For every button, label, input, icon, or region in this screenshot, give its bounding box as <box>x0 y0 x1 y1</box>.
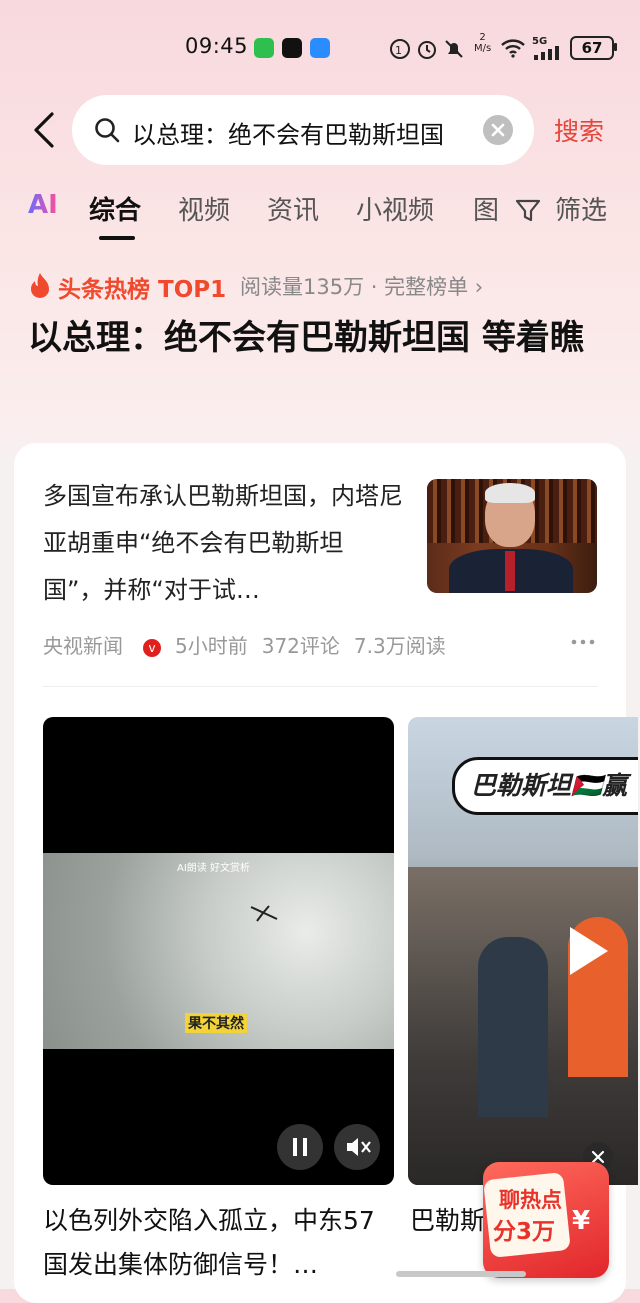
video-1-caption[interactable]: 以色列外交陷入孤立，中东57国发出集体防御信号！… <box>43 1199 393 1287</box>
article-time: 5小时前 <box>175 634 248 658</box>
mute-icon: 1 <box>390 39 410 59</box>
clock: 09:45 <box>185 34 249 58</box>
wechat-icon <box>254 38 274 58</box>
article-reads: 7.3万阅读 <box>353 634 446 658</box>
crowd-person-2 <box>478 937 548 1117</box>
reward-line-1: 聊热点 <box>499 1188 562 1212</box>
person-tie <box>505 551 515 591</box>
filter-icon[interactable] <box>515 198 541 224</box>
hot-read-count[interactable]: 阅读量135万 · 完整榜单 › <box>240 271 483 301</box>
search-icon <box>95 118 120 143</box>
yen-icon: ¥ <box>572 1206 591 1236</box>
pause-icon <box>293 1138 307 1156</box>
hot-headline[interactable]: 以总理：绝不会有巴勒斯坦国 等着瞧 <box>28 312 608 364</box>
active-tab-indicator <box>99 236 135 240</box>
video-2-bubble: 巴勒斯坦🇵🇸赢 <box>452 757 638 815</box>
search-button[interactable]: 搜索 <box>554 112 604 148</box>
tab-short-video[interactable]: 小视频 <box>356 190 434 227</box>
tab-ai[interactable]: AI <box>28 190 58 220</box>
battery-tip <box>614 43 617 51</box>
article-comments: 372评论 <box>261 634 340 658</box>
more-options-icon[interactable] <box>571 639 595 645</box>
net-speed: 2 M/s <box>474 32 491 54</box>
verified-icon: v <box>143 638 161 657</box>
back-arrow-icon[interactable] <box>30 110 58 150</box>
video-overlay-text: AI朗读 好文赏析 <box>177 863 250 874</box>
wifi-icon <box>501 39 525 58</box>
video-player-1[interactable]: AI朗读 好文赏析 果不其然 <box>43 717 394 1185</box>
person-hair <box>485 483 535 503</box>
battery-indicator: 67 <box>570 36 614 60</box>
article-title[interactable]: 多国宣布承认巴勒斯坦国，内塔尼亚胡重申“绝不会有巴勒斯坦国”，并称“对于试… <box>43 473 403 614</box>
search-input[interactable]: 以总理：绝不会有巴勒斯坦国 <box>132 115 462 150</box>
speaker-muted-icon <box>347 1138 371 1156</box>
article-source[interactable]: 央视新闻 <box>43 634 123 658</box>
play-icon[interactable] <box>566 925 610 977</box>
article-meta: 央视新闻 v 5小时前 372评论 7.3万阅读 <box>43 630 460 659</box>
article-thumbnail[interactable] <box>427 479 597 593</box>
net-speed-value: 2 <box>479 32 486 43</box>
tab-images[interactable]: 图 <box>473 190 499 227</box>
clear-icon[interactable] <box>483 115 513 145</box>
bell-off-icon <box>445 40 463 58</box>
tab-filter[interactable]: 筛选 <box>555 190 607 227</box>
video-frame: AI朗读 好文赏析 果不其然 <box>43 853 394 1049</box>
category-tabs: AI 综合 视频 资讯 小视频 图 筛选 <box>0 186 640 246</box>
video-subtitle: 果不其然 <box>185 1013 247 1033</box>
hot-list-banner[interactable]: 头条热榜 TOP1 阅读量135万 · 完整榜单 › <box>28 270 628 303</box>
status-bar: 09:45 1 2 M/s 5G 67 <box>0 28 640 68</box>
fire-icon <box>31 273 49 298</box>
tab-video[interactable]: 视频 <box>178 190 230 227</box>
cloud-app-icon <box>310 38 330 58</box>
plane-icon <box>250 905 278 922</box>
net-speed-unit: M/s <box>474 43 492 54</box>
alarm-icon <box>418 41 436 59</box>
reward-widget[interactable]: 聊热点 分3万 ¥ <box>483 1162 609 1278</box>
hot-rank-badge: 头条热榜 TOP1 <box>58 277 227 303</box>
signal-icon <box>534 46 559 60</box>
tab-comprehensive[interactable]: 综合 <box>89 190 141 227</box>
tab-news[interactable]: 资讯 <box>267 190 319 227</box>
reward-line-2: 分3万 <box>493 1219 556 1245</box>
video-player-2[interactable]: 巴勒斯坦🇵🇸赢 <box>408 717 638 1185</box>
pause-button[interactable] <box>277 1124 323 1170</box>
mute-button[interactable] <box>334 1124 380 1170</box>
search-box[interactable]: 以总理：绝不会有巴勒斯坦国 <box>72 95 534 165</box>
home-indicator[interactable] <box>396 1271 526 1277</box>
tiktok-icon <box>282 38 302 58</box>
svg-text:1: 1 <box>395 44 402 57</box>
divider <box>43 686 598 687</box>
